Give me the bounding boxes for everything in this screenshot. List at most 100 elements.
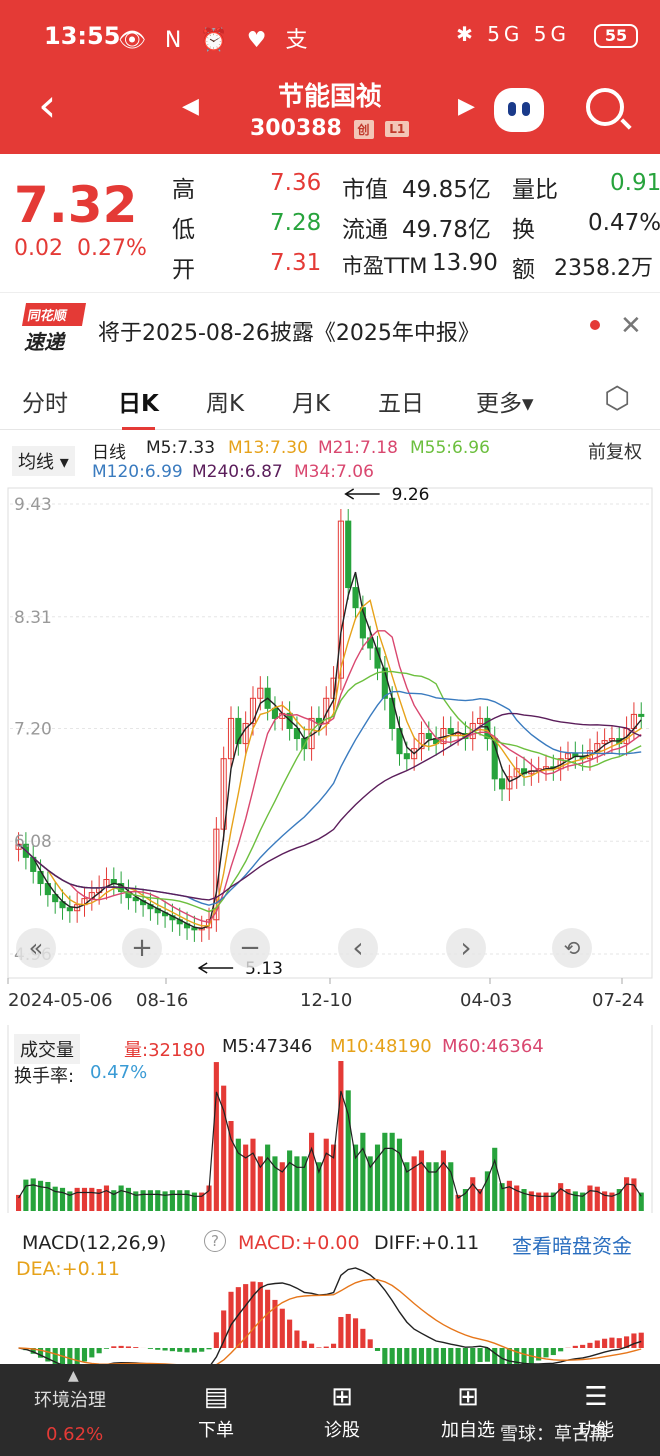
order-label: 下单 bbox=[198, 1420, 234, 1441]
logo-text-2: 速递 bbox=[24, 330, 64, 354]
float-label: 流通 bbox=[342, 217, 388, 243]
macd-bar bbox=[103, 1348, 110, 1349]
tab-monthly[interactable]: 月K bbox=[292, 384, 330, 418]
mktcap-label: 市值 bbox=[342, 177, 388, 203]
x-ticks: 2024-05-06 08-16 12-10 04-03 07-24 bbox=[7, 978, 644, 1011]
volume-bar bbox=[550, 1192, 556, 1211]
announcement-text[interactable]: 将于2025-08-26披露《2025年中报》 bbox=[98, 315, 480, 347]
chart-frame bbox=[7, 487, 653, 979]
volume-bar bbox=[616, 1189, 622, 1211]
candle-body bbox=[638, 713, 645, 717]
scroll-left-button[interactable]: ‹ bbox=[338, 928, 378, 968]
quote-panel: 7.32 0.02 0.27% 高 7.36 低 7.28 开 7.31 市值 … bbox=[0, 154, 660, 284]
status-bar: 13:55 👁 N ⏰ ♥ 支 ✱ 5G 5G 55 bbox=[0, 0, 660, 70]
industry-name[interactable]: 环境治理 bbox=[34, 1386, 106, 1412]
volume-chart[interactable] bbox=[0, 1025, 660, 1215]
volume-ma-line bbox=[18, 1090, 642, 1200]
candle-body bbox=[403, 753, 410, 760]
ma-line bbox=[18, 712, 642, 901]
indicator-selector[interactable]: 均线 ▾ bbox=[12, 446, 75, 476]
change-value: 0.02 bbox=[14, 236, 63, 261]
volume-bar bbox=[558, 1183, 564, 1211]
volume-bar bbox=[45, 1181, 51, 1211]
scroll-right-button[interactable]: › bbox=[446, 928, 486, 968]
tab-five-day[interactable]: 五日 bbox=[378, 384, 424, 418]
macd-bar bbox=[162, 1348, 168, 1351]
announcement-bar[interactable]: 同花顺 速递 将于2025-08-26披露《2025年中报》 ✕ bbox=[0, 292, 660, 364]
turnover-value: 0.47% bbox=[588, 210, 660, 236]
volume-bar bbox=[462, 1189, 468, 1211]
ma55-label: M55:6.96 bbox=[410, 438, 490, 458]
change-pct: 0.27% bbox=[76, 236, 147, 261]
macd-bar bbox=[279, 1308, 285, 1348]
ma240-label: M240:6.87 bbox=[192, 462, 283, 482]
macd-chart[interactable] bbox=[0, 1220, 660, 1364]
order-button[interactable]: ▤ 下单 bbox=[166, 1382, 266, 1442]
volume-bar bbox=[389, 1132, 395, 1211]
annotation-label: 9.26 bbox=[392, 485, 430, 505]
tab-intraday[interactable]: 分时 bbox=[22, 384, 68, 418]
macd-bar bbox=[433, 1348, 439, 1364]
tab-more[interactable]: 更多▾ bbox=[476, 384, 534, 418]
candle-body bbox=[345, 520, 352, 589]
stock-code-text: 300388 bbox=[250, 116, 342, 141]
amount-value: 2358.2万 bbox=[554, 256, 653, 281]
macd-bar bbox=[594, 1340, 600, 1348]
close-icon[interactable]: ✕ bbox=[620, 311, 642, 341]
next-stock-icon[interactable]: ▶ bbox=[458, 94, 475, 119]
macd-bar bbox=[147, 1348, 153, 1349]
open-label: 开 bbox=[172, 257, 195, 283]
volume-bar bbox=[59, 1187, 66, 1211]
industry-change: 0.62% bbox=[46, 1424, 104, 1445]
macd-bar bbox=[440, 1348, 447, 1364]
ma-line bbox=[18, 690, 642, 906]
pe-value: 13.90 bbox=[432, 250, 498, 276]
pe-label: 市盈TTM bbox=[342, 254, 428, 278]
candle-body bbox=[352, 587, 359, 609]
macd-bar bbox=[543, 1348, 549, 1358]
macd-bar bbox=[462, 1348, 468, 1364]
volume-bar bbox=[492, 1147, 498, 1211]
volume-bar bbox=[323, 1138, 329, 1211]
add-icon: ⊞ bbox=[457, 1382, 479, 1412]
notification-icons: 👁 N ⏰ ♥ 支 bbox=[118, 28, 314, 53]
macd-bar bbox=[572, 1345, 578, 1348]
open-value: 7.31 bbox=[270, 250, 322, 276]
volume-bar bbox=[184, 1190, 190, 1211]
price-change: 0.02 0.27% bbox=[14, 236, 147, 261]
high-value: 7.36 bbox=[270, 170, 322, 196]
volume-bar bbox=[587, 1185, 593, 1211]
macd-bar bbox=[323, 1346, 329, 1348]
ma-lines bbox=[18, 571, 642, 930]
volume-bar bbox=[594, 1186, 600, 1211]
stock-code: 300388 创 L1 bbox=[250, 116, 410, 141]
menu-icon: ☰ bbox=[584, 1382, 608, 1412]
volume-bar bbox=[316, 1162, 322, 1211]
volume-bar bbox=[103, 1185, 110, 1211]
signal-icons: ✱ 5G 5G bbox=[456, 22, 570, 46]
diagnose-button[interactable]: ⊞ 诊股 bbox=[292, 1382, 392, 1442]
robot-assistant-icon[interactable] bbox=[494, 88, 544, 132]
ma-line bbox=[18, 630, 642, 923]
volume-bar bbox=[177, 1190, 183, 1211]
adjust-mode[interactable]: 前复权 bbox=[588, 438, 642, 464]
expand-caret-icon[interactable]: ▲ bbox=[68, 1368, 79, 1384]
settings-hex-icon[interactable]: ⬡ bbox=[604, 382, 638, 416]
tab-daily[interactable]: 日K bbox=[118, 384, 159, 430]
macd-bar bbox=[338, 1316, 344, 1348]
tab-weekly[interactable]: 周K bbox=[206, 384, 244, 418]
macd-bar bbox=[616, 1338, 622, 1348]
x-tick-label: 07-24 bbox=[592, 990, 644, 1011]
zoom-in-button[interactable]: + bbox=[122, 928, 162, 968]
search-icon[interactable] bbox=[586, 88, 624, 126]
fast-back-icon[interactable]: « bbox=[16, 928, 56, 968]
macd-bar bbox=[184, 1348, 190, 1353]
zoom-out-button[interactable]: − bbox=[230, 928, 270, 968]
high-label: 高 bbox=[172, 177, 195, 203]
reset-icon[interactable]: ⟲ bbox=[552, 928, 592, 968]
volume-bar bbox=[374, 1144, 381, 1211]
macd-bar bbox=[470, 1348, 476, 1364]
volume-bar bbox=[213, 1062, 219, 1211]
candle-body bbox=[301, 738, 308, 750]
ma120-label: M120:6.99 bbox=[92, 462, 183, 482]
